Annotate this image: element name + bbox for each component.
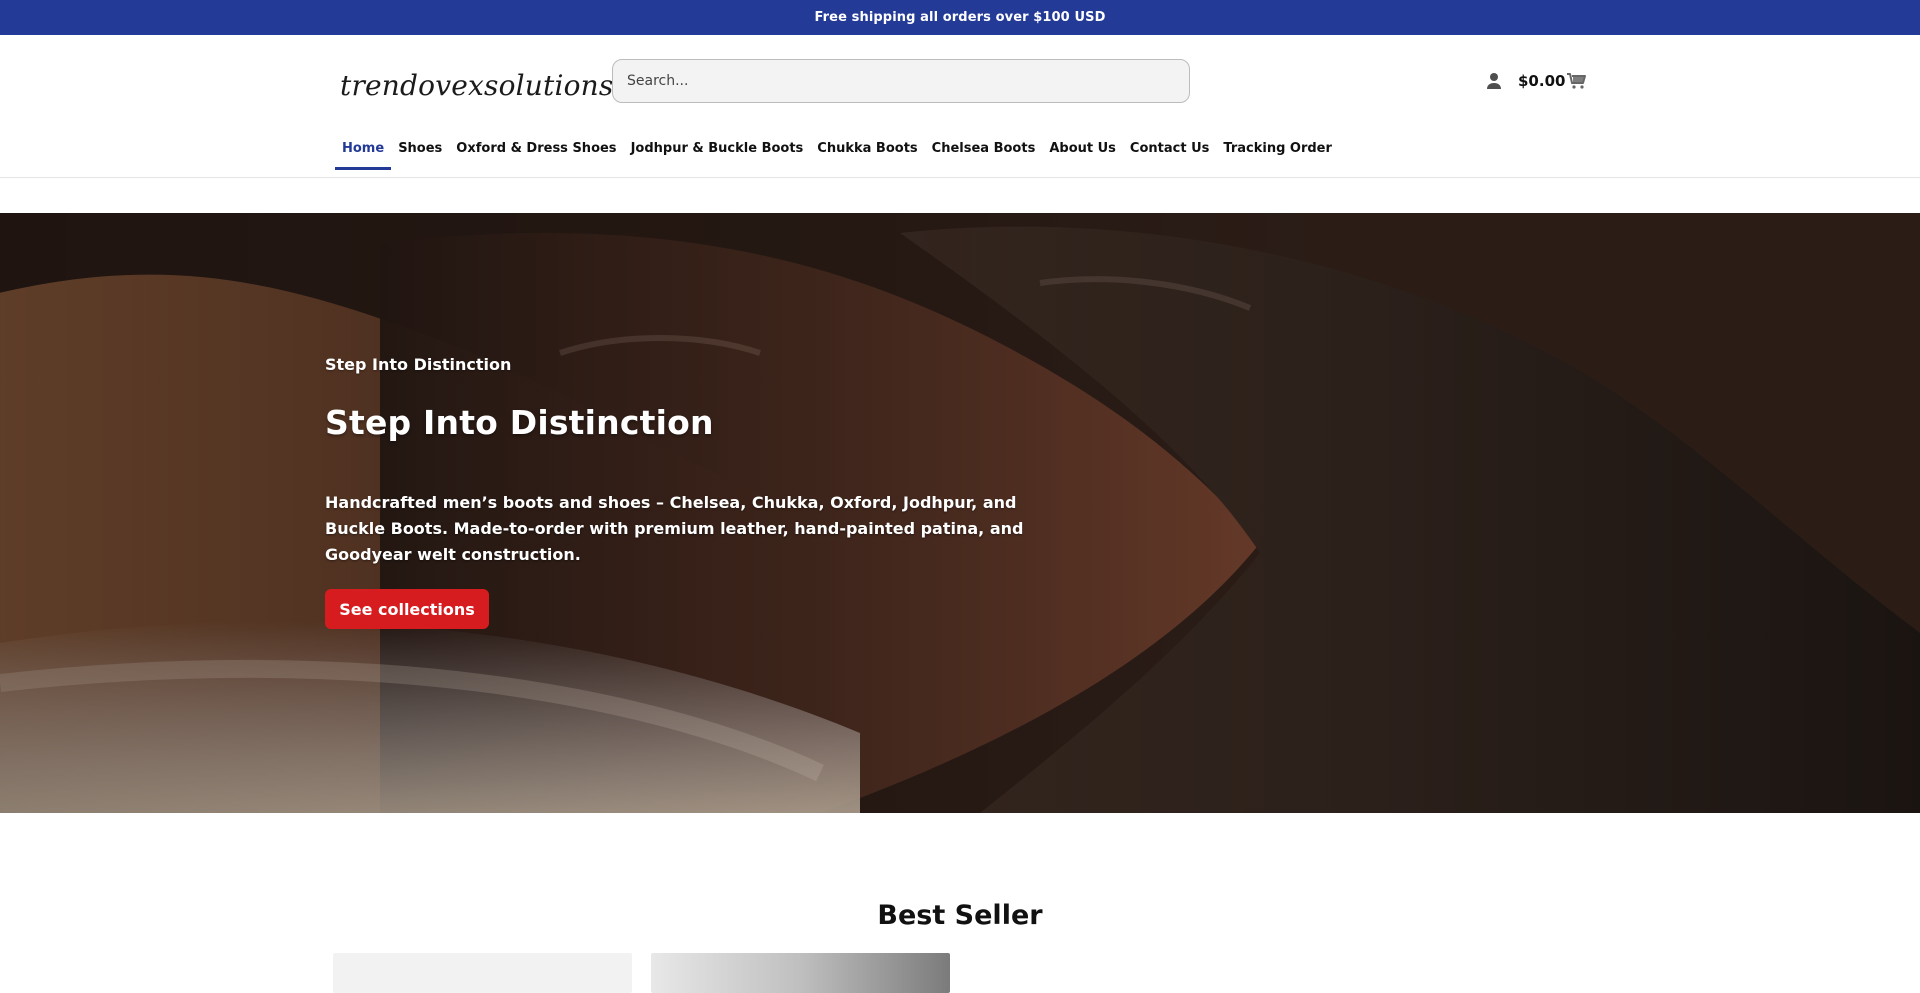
nav-item-label: Home [342, 141, 385, 156]
see-collections-button[interactable]: See collections [325, 589, 489, 629]
product-card[interactable] [651, 953, 950, 993]
nav-item-jodhpur-buckle-boots[interactable]: Jodhpur & Buckle Boots [624, 141, 811, 170]
nav-item-shoes[interactable]: Shoes [391, 141, 449, 170]
user-icon [1487, 73, 1501, 89]
best-seller-title: Best Seller [877, 900, 1043, 931]
hero-description: Handcrafted men’s boots and shoes – Chel… [325, 493, 1024, 564]
main-navigation: Home Shoes Oxford & Dress Shoes Jodhpur … [335, 141, 1339, 178]
site-logo[interactable]: trendovexsolutions [340, 63, 613, 107]
promo-text: Free shipping all orders over $100 USD [814, 10, 1106, 25]
search-box[interactable] [612, 59, 1190, 103]
nav-item-label: Tracking Order [1223, 141, 1332, 156]
nav-item-home[interactable]: Home [335, 141, 392, 170]
cart-icon[interactable] [1565, 70, 1589, 92]
nav-item-chelsea-boots[interactable]: Chelsea Boots [925, 141, 1043, 170]
logo-text: trendovexsolutions [340, 68, 614, 102]
nav-item-label: About Us [1049, 141, 1116, 156]
nav-item-label: Contact Us [1129, 141, 1210, 156]
shopping-cart-icon [1567, 73, 1586, 89]
nav-item-label: Chukka Boots [817, 141, 918, 156]
nav-item-contact-us[interactable]: Contact Us [1123, 141, 1216, 170]
hero-banner: Step Into Distinction Step Into Distinct… [0, 213, 1920, 813]
nav-item-chukka-boots[interactable]: Chukka Boots [810, 141, 924, 170]
cart-total-text: $0.00 [1518, 72, 1566, 90]
product-card[interactable] [333, 953, 632, 993]
account-icon[interactable] [1483, 70, 1505, 92]
cart-total[interactable]: $0.00 [1518, 70, 1565, 92]
hero-kicker: Step Into Distinction [325, 355, 512, 374]
search-input[interactable] [625, 72, 1177, 90]
nav-item-label: Shoes [398, 141, 443, 156]
nav-item-about-us[interactable]: About Us [1042, 141, 1123, 170]
nav-item-label: Jodhpur & Buckle Boots [630, 141, 804, 156]
nav-item-label: Oxford & Dress Shoes [456, 141, 617, 156]
nav-item-label: Chelsea Boots [931, 141, 1036, 156]
site-header: trendovexsolutions $0.00 Home Shoes Oxfo… [0, 35, 1920, 178]
promo-bar: Free shipping all orders over $100 USD [0, 0, 1920, 35]
hero-title: Step Into Distinction [325, 403, 714, 442]
nav-item-oxford-dress-shoes[interactable]: Oxford & Dress Shoes [449, 141, 623, 170]
see-collections-label: See collections [339, 599, 475, 619]
nav-item-tracking-order[interactable]: Tracking Order [1216, 141, 1339, 170]
